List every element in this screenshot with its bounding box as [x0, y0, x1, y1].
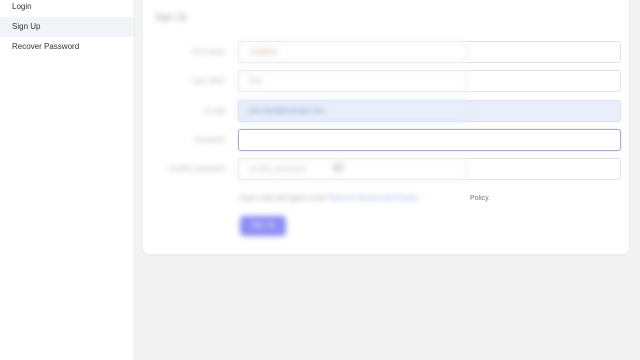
email-input[interactable]: john.doe@example.com — [238, 100, 468, 122]
email-value: john.doe@example.com — [249, 108, 325, 115]
email-label: E-mail — [205, 108, 225, 115]
first-name-value: Jonathan — [249, 49, 278, 56]
sidebar-item-sign-up[interactable]: Sign Up — [0, 17, 134, 37]
sign-up-button[interactable]: Sign Up — [240, 216, 286, 236]
last-name-label: Last name — [192, 78, 225, 85]
confirm-password-input[interactable]: Confirm password — [238, 158, 468, 180]
sidebar-item-login[interactable]: Login — [0, 0, 134, 17]
sidebar: Login Sign Up Recover Password — [0, 0, 135, 360]
blurred-form-region: Sign Up First name Jonathan Last name Do… — [143, 0, 468, 244]
policy-suffix: Policy. — [470, 195, 491, 202]
policy-link[interactable]: Terms of Service and Privacy — [328, 195, 419, 202]
signup-card: Policy. Sign Up First name Jonathan Last… — [143, 0, 629, 254]
confirm-password-label: Confirm password — [168, 166, 225, 173]
form-title: Sign Up — [155, 12, 188, 22]
last-name-value: Doe — [249, 78, 262, 85]
password-label: Password — [194, 137, 225, 144]
sidebar-item-recover-password[interactable]: Recover Password — [0, 37, 134, 57]
first-name-label: First name — [191, 49, 225, 56]
last-name-input[interactable]: Doe — [238, 70, 468, 92]
policy-text: I have read and agree to the Terms of Se… — [238, 195, 418, 202]
main-content: Policy. Sign Up First name Jonathan Last… — [135, 0, 640, 360]
confirm-password-placeholder: Confirm password — [249, 166, 306, 173]
eye-icon[interactable] — [333, 164, 343, 171]
policy-prefix: I have read and agree to the — [238, 195, 326, 202]
first-name-input[interactable]: Jonathan — [238, 41, 468, 63]
